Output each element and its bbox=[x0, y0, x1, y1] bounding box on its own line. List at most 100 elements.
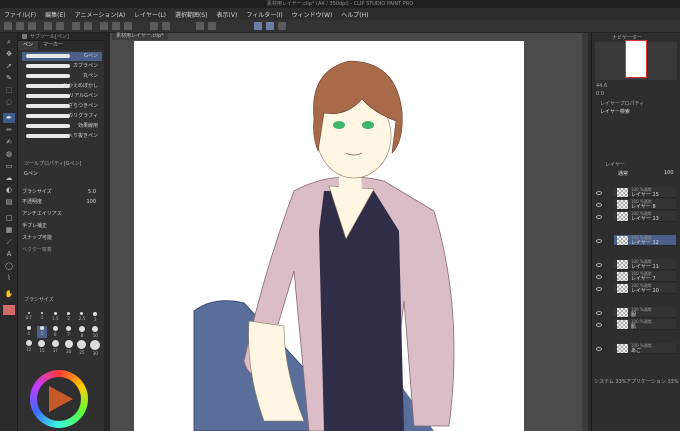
hand-tool-icon[interactable]: ✋ bbox=[3, 289, 15, 299]
ruler-tool-icon[interactable]: ⟋ bbox=[3, 237, 15, 247]
balloon-tool-icon[interactable]: ◯ bbox=[3, 261, 15, 271]
brush-item[interactable]: 丸ペン bbox=[22, 72, 102, 81]
layer-row[interactable]: 100 %通常 レイヤー 15 bbox=[614, 187, 676, 198]
main-color-swatch[interactable] bbox=[3, 305, 15, 315]
blend-tool-icon[interactable]: ☁ bbox=[3, 173, 15, 183]
brush-item[interactable]: 効果線用 bbox=[22, 122, 102, 131]
eye-icon[interactable] bbox=[596, 347, 602, 351]
eye-icon[interactable] bbox=[596, 311, 602, 315]
brush-item[interactable]: ひかえめぼかし bbox=[22, 82, 102, 91]
brush-item[interactable]: ざらつきペン bbox=[22, 102, 102, 111]
menu-window[interactable]: ウィンドウ(W) bbox=[292, 10, 333, 19]
layer-row[interactable]: 100 %通常 あご bbox=[614, 343, 676, 354]
pencil-tool-icon[interactable]: ✏ bbox=[3, 125, 15, 135]
layer-row[interactable]: 100 %通常 レイヤー 13 bbox=[614, 211, 676, 222]
menu-selection[interactable]: 選択範囲(S) bbox=[175, 10, 208, 19]
layer-row[interactable]: 100 %通常 レイヤー 7 bbox=[614, 271, 676, 282]
layer-row[interactable]: 100 %通常 レイヤー 10 bbox=[614, 283, 676, 294]
opacity-row[interactable]: 不透明度 100 bbox=[22, 198, 102, 206]
eraser-icon[interactable]: ▭ bbox=[3, 161, 15, 171]
menu-file[interactable]: ファイル(F) bbox=[4, 10, 36, 19]
brush-item[interactable]: リアルGペン bbox=[22, 92, 102, 101]
size-swatch[interactable]: 2.5 bbox=[77, 312, 87, 322]
size-swatch[interactable]: 6 bbox=[50, 326, 60, 338]
tab-pen[interactable]: ペン bbox=[18, 41, 39, 50]
size-swatch[interactable]: 4 bbox=[24, 326, 34, 338]
tab-marker[interactable]: マーカー bbox=[38, 41, 68, 50]
brush-item[interactable]: 入り抜きペン bbox=[22, 132, 102, 141]
document-tab[interactable]: 素材用レイヤー.clip* bbox=[112, 33, 168, 40]
color-triangle[interactable] bbox=[49, 386, 73, 412]
rotate-value[interactable]: 0.0 bbox=[596, 91, 604, 97]
menu-animation[interactable]: アニメーション(A) bbox=[75, 10, 126, 19]
transform-icon[interactable] bbox=[100, 22, 108, 30]
line-correct-icon[interactable]: ⌇ bbox=[3, 273, 15, 283]
eye-icon[interactable] bbox=[596, 275, 602, 279]
open-icon[interactable] bbox=[16, 22, 24, 30]
layer-property-tab[interactable]: レイヤープロパティ bbox=[600, 100, 644, 107]
snap-point-icon[interactable] bbox=[278, 22, 286, 30]
size-swatch[interactable]: 30 bbox=[90, 340, 101, 356]
size-swatch[interactable]: 10 bbox=[90, 326, 100, 338]
size-swatch[interactable]: 12 bbox=[24, 340, 34, 356]
snap-ruler-icon[interactable] bbox=[254, 22, 262, 30]
eye-icon[interactable] bbox=[596, 203, 602, 207]
layer-row[interactable]: 100 %通常 レイヤー 11 bbox=[614, 259, 676, 270]
size-swatch[interactable]: 3 bbox=[90, 312, 100, 322]
navigator-preview[interactable] bbox=[595, 40, 677, 80]
eye-icon[interactable] bbox=[596, 287, 602, 291]
eye-icon[interactable] bbox=[596, 191, 602, 195]
operation-tool-icon[interactable]: ➚ bbox=[3, 61, 15, 71]
snap-grid-icon[interactable] bbox=[266, 22, 274, 30]
menu-edit[interactable]: 編集(E) bbox=[45, 10, 65, 19]
brush-size-row[interactable]: ブラシサイズ 5.0 bbox=[22, 188, 102, 196]
eye-icon[interactable] bbox=[596, 263, 602, 267]
opacity-input[interactable]: 100 bbox=[664, 170, 674, 176]
figure-tool-icon[interactable]: □ bbox=[3, 213, 15, 223]
move-tool-icon[interactable]: ✥ bbox=[3, 49, 15, 59]
save-icon[interactable] bbox=[28, 22, 36, 30]
vector-snap-row[interactable]: ベクター吸着 bbox=[22, 246, 102, 254]
prop-value[interactable]: 5.0 bbox=[88, 188, 96, 196]
prop-value[interactable]: 100 bbox=[86, 198, 96, 206]
fill-icon[interactable] bbox=[84, 22, 92, 30]
brush-item[interactable]: カブラペン bbox=[22, 62, 102, 71]
brush-item[interactable]: Gペン bbox=[22, 52, 102, 61]
eye-icon[interactable] bbox=[596, 215, 602, 219]
selection-tool-icon[interactable]: ⬚ bbox=[3, 85, 15, 95]
size-swatch[interactable]: 25 bbox=[77, 340, 87, 356]
redo-icon[interactable] bbox=[56, 22, 64, 30]
gradient-icon[interactable]: ▤ bbox=[3, 197, 15, 207]
color-wheel[interactable] bbox=[30, 370, 88, 428]
eye-icon[interactable] bbox=[596, 323, 602, 327]
stabilization-row[interactable]: 手ブレ補正 bbox=[22, 222, 102, 230]
menu-view[interactable]: 表示(V) bbox=[217, 10, 238, 19]
size-swatch[interactable]: 15 bbox=[37, 340, 47, 356]
layer-row[interactable]: 100 %通常服 bbox=[614, 307, 676, 318]
canvas-paper[interactable] bbox=[134, 41, 524, 431]
zoom-value[interactable]: 44.6 bbox=[596, 83, 607, 89]
size-swatch[interactable]: 17 bbox=[50, 340, 60, 356]
lasso-icon[interactable]: ◌ bbox=[3, 97, 15, 107]
antialias-row[interactable]: アンチエイリアス bbox=[22, 210, 102, 218]
airbrush-icon[interactable]: ◍ bbox=[3, 149, 15, 159]
fill-tool-icon[interactable]: ◐ bbox=[3, 185, 15, 195]
zoom-icon[interactable] bbox=[208, 22, 216, 30]
size-swatch[interactable]: 7 bbox=[64, 326, 74, 338]
undo-icon[interactable] bbox=[44, 22, 52, 30]
layer-row[interactable]: 100 %通常 レイヤー 8 bbox=[614, 199, 676, 210]
flip-icon[interactable] bbox=[150, 22, 158, 30]
size-swatch[interactable]: 20 bbox=[64, 340, 74, 356]
layer-search-tab[interactable]: レイヤー検索 bbox=[600, 108, 630, 115]
size-swatch[interactable]: 0.7 bbox=[24, 312, 34, 322]
menu-filter[interactable]: フィルター(I) bbox=[246, 10, 282, 19]
menu-layer[interactable]: レイヤー(L) bbox=[134, 10, 166, 19]
brush-tool-icon[interactable]: ✍ bbox=[3, 137, 15, 147]
size-swatch[interactable]: 8 bbox=[77, 326, 87, 338]
crop-icon[interactable] bbox=[124, 22, 132, 30]
zoom-tool-icon[interactable]: ⌕ bbox=[3, 37, 15, 47]
menu-help[interactable]: ヘルプ(H) bbox=[341, 10, 368, 19]
clear-icon[interactable] bbox=[72, 22, 80, 30]
eyedropper-icon[interactable]: ✎ bbox=[3, 73, 15, 83]
size-swatch[interactable]: 1.5 bbox=[50, 312, 60, 322]
